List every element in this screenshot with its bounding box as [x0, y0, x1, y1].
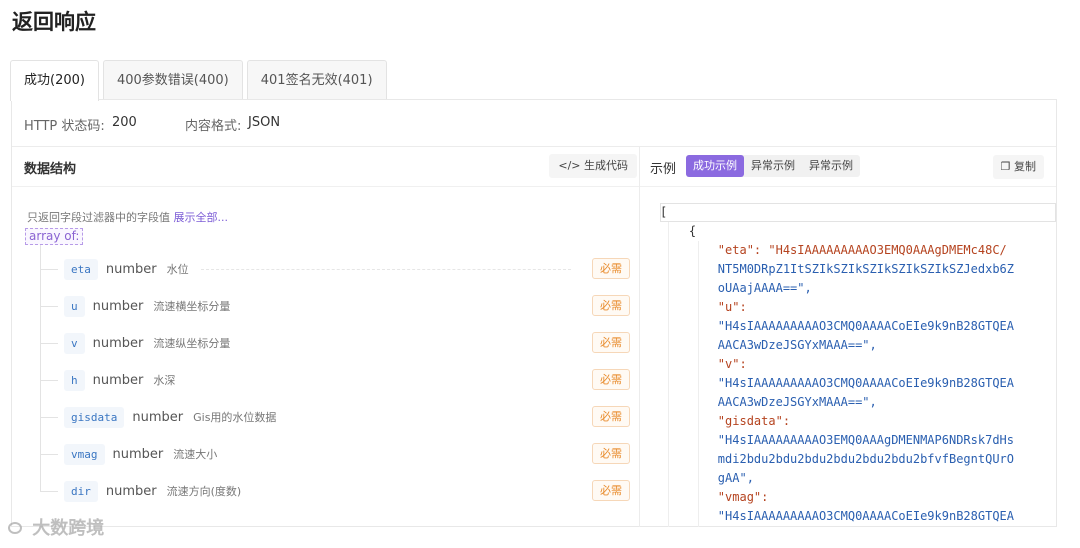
code-line: NT5M0DRpZ1ItSZIkSZIkSZIkSZIkSZIkSZJedxb6…: [660, 262, 1015, 276]
field-desc: 流速横坐标分量: [153, 300, 231, 313]
example-header: 示例 成功示例 异常示例 异常示例 ❐ 复制: [640, 147, 1056, 187]
filter-note: 只返回字段过滤器中的字段值 展示全部...: [27, 209, 228, 225]
code-line: "u":: [660, 300, 747, 314]
required-badge: 必需: [592, 369, 630, 390]
watermark: 大数跨境: [8, 514, 104, 540]
status-value: 200: [112, 115, 137, 130]
response-meta: HTTP 状态码: 200 内容格式: JSON: [12, 100, 1056, 147]
field-row-vmag: vmag number 流速大小 必需: [40, 442, 630, 466]
filter-note-text: 只返回字段过滤器中的字段值: [27, 211, 170, 224]
code-line: "gisdata":: [660, 414, 791, 428]
field-type: number: [132, 409, 184, 425]
page-title: 返回响应: [12, 10, 96, 34]
field-name: u: [64, 295, 85, 317]
generate-code-button[interactable]: </> 生成代码: [549, 154, 637, 178]
field-name: h: [64, 369, 85, 391]
code-line: gAA",: [660, 471, 754, 485]
tab-success-example[interactable]: 成功示例: [686, 155, 744, 177]
required-badge: 必需: [592, 295, 630, 316]
example-tabs: 成功示例 异常示例 异常示例: [686, 155, 860, 177]
copy-button[interactable]: ❐ 复制: [992, 155, 1044, 179]
code-line: "eta": "H4sIAAAAAAAAAO3EMQ0AAAgDMEMc48C/: [660, 243, 1007, 257]
response-tabs: 成功(200) 400参数错误(400) 401签名无效(401): [10, 60, 391, 101]
code-line: "v":: [660, 357, 747, 371]
example-title: 示例: [650, 162, 677, 177]
watermark-text: 大数跨境: [32, 518, 105, 539]
tab-success-200[interactable]: 成功(200): [10, 60, 99, 101]
schema-title: 数据结构: [24, 162, 77, 177]
code-line: oUAajAAAA==",: [660, 281, 812, 295]
field-row-h: h number 水深 必需: [40, 368, 630, 392]
show-all-link[interactable]: 展示全部...: [174, 211, 229, 224]
code-line: AACA3wDzeJSGYxMAAA==",: [660, 395, 877, 409]
field-row-u: u number 流速横坐标分量 必需: [40, 294, 630, 318]
example-panel: 示例 成功示例 异常示例 异常示例 ❐ 复制 [ { "eta": "H4sIA…: [640, 147, 1056, 527]
field-row-v: v number 流速纵坐标分量 必需: [40, 331, 630, 355]
code-line: "H4sIAAAAAAAAAO3CMQ0AAAACoEIe9k9nB28GTQE…: [660, 509, 1015, 523]
tab-401-invalid-signature[interactable]: 401签名无效(401): [246, 60, 387, 100]
field-desc: 流速方向(度数): [166, 485, 242, 498]
status-label: HTTP 状态码:: [24, 119, 105, 134]
format-value: JSON: [248, 115, 281, 130]
tab-error-example-1[interactable]: 异常示例: [744, 155, 802, 177]
schema-panel: 数据结构 </> 生成代码 只返回字段过滤器中的字段值 展示全部... arra…: [12, 147, 640, 527]
array-of-tag: array of:: [25, 228, 84, 245]
code-line: {: [660, 224, 697, 238]
code-line: "vmag":: [660, 490, 769, 504]
copy-icon: ❐: [1000, 160, 1011, 173]
code-line: "H4sIAAAAAAAAAO3CMQ0AAAACoEIe9k9nB28GTQE…: [660, 376, 1015, 390]
watermark-logo-icon: [8, 522, 22, 534]
field-type: number: [105, 483, 157, 499]
code-line: [: [660, 205, 668, 219]
field-desc: Gis用的水位数据: [193, 411, 277, 424]
current-line-highlight: [660, 203, 1056, 222]
code-line: "H4sIAAAAAAAAAO3CMQ0AAAACoEIe9k9nB28GTQE…: [660, 319, 1015, 333]
field-row-eta: eta number 水位 必需: [40, 257, 630, 281]
required-badge: 必需: [592, 443, 630, 464]
code-line: AACA3wDzeJSGYxMAAA==",: [660, 338, 877, 352]
field-desc: 水深: [153, 374, 176, 387]
field-name: vmag: [64, 443, 105, 465]
response-panel: HTTP 状态码: 200 内容格式: JSON 数据结构 </> 生成代码 只…: [11, 99, 1057, 527]
field-type: number: [105, 261, 157, 277]
field-name: eta: [64, 258, 98, 280]
json-example[interactable]: [ { "eta": "H4sIAAAAAAAAAO3EMQ0AAAgDMEMc…: [660, 203, 1056, 527]
tab-400-param-error[interactable]: 400参数错误(400): [102, 60, 243, 100]
field-type: number: [112, 446, 164, 462]
required-badge: 必需: [592, 406, 630, 427]
field-name: dir: [64, 480, 98, 502]
required-badge: 必需: [592, 332, 630, 353]
format-label: 内容格式:: [185, 119, 242, 134]
field-row-gisdata: gisdata number Gis用的水位数据 必需: [40, 405, 630, 429]
code-line: mdi2bdu2bdu2bdu2bdu2bdu2bdu2bfvfBegntQUr…: [660, 452, 1015, 466]
dotted-leader: [200, 268, 571, 270]
code-line: "H4sIAAAAAAAAAO3EMQ0AAAgDMENMAP6NDRsk7dH…: [660, 433, 1015, 447]
copy-label: 复制: [1014, 160, 1036, 173]
field-name: gisdata: [64, 406, 125, 428]
field-type: number: [92, 298, 144, 314]
tab-error-example-2[interactable]: 异常示例: [802, 155, 860, 177]
field-type: number: [92, 372, 144, 388]
field-desc: 流速大小: [173, 448, 218, 461]
field-name: v: [64, 332, 85, 354]
field-row-dir: dir number 流速方向(度数) 必需: [40, 479, 630, 503]
required-badge: 必需: [592, 480, 630, 501]
field-desc: 流速纵坐标分量: [153, 337, 231, 350]
required-badge: 必需: [592, 258, 630, 279]
field-desc: 水位: [166, 263, 189, 276]
schema-header: 数据结构 </> 生成代码: [12, 147, 639, 187]
field-type: number: [92, 335, 144, 351]
